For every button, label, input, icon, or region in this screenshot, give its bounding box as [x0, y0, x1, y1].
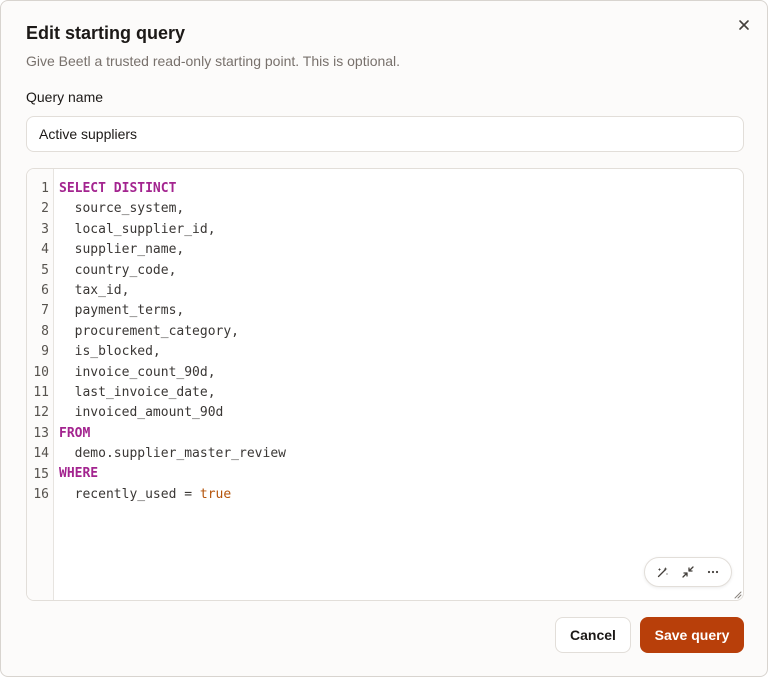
- code-line: WHERE: [59, 464, 733, 484]
- code-area[interactable]: SELECT DISTINCT source_system, local_sup…: [59, 179, 733, 505]
- line-number: 9: [41, 344, 49, 360]
- query-name-label: Query name: [26, 89, 104, 105]
- code-line: last_invoice_date,: [59, 383, 733, 403]
- sql-keyword: SELECT DISTINCT: [59, 181, 177, 196]
- code-line: payment_terms,: [59, 301, 733, 321]
- sql-identifier: supplier_name,: [59, 242, 185, 258]
- line-number: 8: [41, 323, 49, 339]
- line-number: 7: [41, 303, 49, 319]
- close-icon: [739, 20, 749, 30]
- code-line: invoice_count_90d,: [59, 363, 733, 383]
- collapse-button[interactable]: [678, 562, 698, 582]
- line-number: 14: [33, 446, 49, 462]
- line-number: 12: [33, 405, 49, 421]
- code-line: supplier_name,: [59, 240, 733, 260]
- code-line: SELECT DISTINCT: [59, 179, 733, 199]
- more-icon: [707, 570, 718, 574]
- edit-query-dialog: Edit starting query Give Beetl a trusted…: [0, 0, 768, 677]
- sql-identifier: payment_terms,: [59, 303, 185, 319]
- more-button[interactable]: [703, 562, 723, 582]
- line-number: 11: [33, 385, 49, 400]
- line-number: 4: [41, 242, 49, 258]
- query-name-input[interactable]: [26, 116, 744, 152]
- line-number: 6: [41, 283, 49, 298]
- line-number-gutter: 1 2 3 4 5 6 7 8 9 10 11 12 13 14 15 16: [27, 169, 54, 600]
- code-line: local_supplier_id,: [59, 220, 733, 240]
- sql-identifier: local_supplier_id,: [59, 221, 216, 237]
- resize-handle-icon[interactable]: [732, 589, 742, 599]
- magic-wand-icon: [658, 567, 669, 578]
- line-number: 2: [41, 201, 49, 217]
- editor-toolbar: [644, 557, 732, 587]
- collapse-icon: [682, 566, 694, 578]
- code-line: tax_id,: [59, 281, 733, 301]
- sql-identifier: is_blocked,: [59, 344, 161, 360]
- code-line: source_system,: [59, 199, 733, 219]
- sql-identifier: source_system,: [59, 201, 185, 217]
- sql-editor[interactable]: 1 2 3 4 5 6 7 8 9 10 11 12 13 14 15 16 SELECT DISTINCT …: [26, 168, 744, 601]
- line-number: 5: [41, 262, 49, 278]
- line-number: 10: [33, 364, 49, 380]
- sql-identifier: country_code,: [59, 262, 177, 278]
- sql-keyword: WHERE: [59, 466, 99, 482]
- sql-boolean: true: [199, 486, 232, 502]
- sql-identifier: invoice_count_90d,: [59, 364, 216, 380]
- code-line: demo.supplier_master_review: [59, 444, 733, 464]
- sql-identifier: invoiced_amount_90d: [59, 405, 224, 421]
- code-line: country_code,: [59, 261, 733, 281]
- sql-keyword: FROM: [59, 425, 91, 441]
- code-line: is_blocked,: [59, 342, 733, 362]
- sql-identifier: procurement_category,: [59, 323, 240, 339]
- code-line: invoiced_amount_90d: [59, 403, 733, 423]
- code-line: procurement_category,: [59, 322, 733, 342]
- line-number: 16: [33, 487, 49, 502]
- save-query-button[interactable]: Save query: [640, 617, 744, 653]
- code-line: recently_used = true: [59, 485, 733, 505]
- line-number: 13: [33, 425, 49, 441]
- sql-identifier: tax_id,: [59, 282, 130, 298]
- line-number: 3: [41, 221, 49, 237]
- line-number: 1: [41, 181, 49, 196]
- cancel-button[interactable]: Cancel: [555, 617, 631, 653]
- format-button[interactable]: [653, 562, 673, 582]
- sql-identifier: demo.supplier_master_review: [59, 446, 286, 462]
- dialog-subtitle: Give Beetl a trusted read-only starting …: [26, 53, 401, 69]
- sql-identifier: last_invoice_date,: [59, 384, 216, 400]
- close-button[interactable]: [734, 15, 754, 35]
- dialog-title: Edit starting query: [26, 23, 186, 43]
- code-line: FROM: [59, 424, 733, 444]
- sql-identifier: recently_used =: [59, 486, 200, 502]
- line-number: 15: [33, 466, 49, 482]
